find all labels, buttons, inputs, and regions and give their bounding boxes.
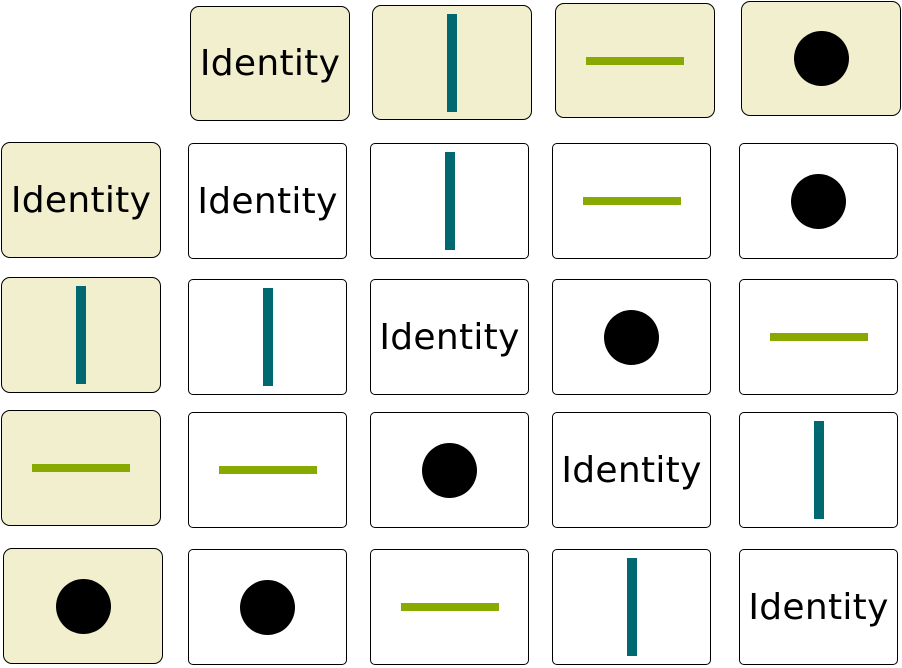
table-cell-identity: Identity [552, 412, 711, 528]
identity-label: Identity [748, 586, 889, 628]
horizontal-bar-icon [586, 56, 684, 65]
row-header-circle [3, 548, 163, 664]
column-header-circle [741, 1, 901, 116]
vertical-bar-icon [76, 286, 86, 384]
vertical-bar-icon [262, 288, 273, 386]
horizontal-bar-icon [400, 603, 499, 611]
horizontal-bar-icon [218, 466, 317, 474]
circle-icon [422, 442, 477, 498]
vertical-bar-icon [447, 13, 457, 112]
circle-icon [240, 579, 295, 635]
table-cell-horizontal [188, 412, 347, 528]
table-cell-vertical [188, 279, 347, 395]
table-cell-identity: Identity [739, 549, 898, 665]
vertical-bar-icon [626, 558, 637, 656]
row-header-horizontal [1, 410, 161, 526]
table-cell-horizontal [370, 549, 529, 665]
identity-label: Identity [10, 179, 152, 221]
identity-label: Identity [199, 43, 341, 84]
horizontal-bar-icon [32, 464, 130, 472]
table-cell-circle [188, 549, 347, 665]
circle-icon [55, 578, 111, 634]
column-header-horizontal [555, 3, 715, 118]
table-cell-vertical [739, 412, 898, 528]
table-cell-horizontal [552, 143, 711, 259]
table-cell-identity: Identity [188, 143, 347, 259]
row-header-vertical [1, 277, 161, 393]
table-cell-identity: Identity [370, 279, 529, 395]
identity-label: Identity [197, 180, 338, 222]
horizontal-bar-icon [582, 197, 681, 205]
table-cell-vertical [370, 143, 529, 259]
table-cell-circle [739, 143, 898, 259]
identity-label: Identity [561, 449, 702, 491]
column-header-identity: Identity [190, 6, 350, 121]
horizontal-bar-icon [769, 333, 868, 341]
circle-icon [793, 31, 849, 86]
table-cell-circle [552, 279, 711, 395]
row-header-identity: Identity [1, 142, 161, 258]
circle-icon [604, 309, 659, 365]
vertical-bar-icon [444, 152, 455, 250]
table-cell-horizontal [739, 279, 898, 395]
column-header-vertical [372, 5, 532, 120]
table-cell-vertical [552, 549, 711, 665]
identity-label: Identity [379, 316, 520, 358]
circle-icon [791, 173, 846, 229]
table-cell-circle [370, 412, 529, 528]
vertical-bar-icon [813, 421, 824, 519]
